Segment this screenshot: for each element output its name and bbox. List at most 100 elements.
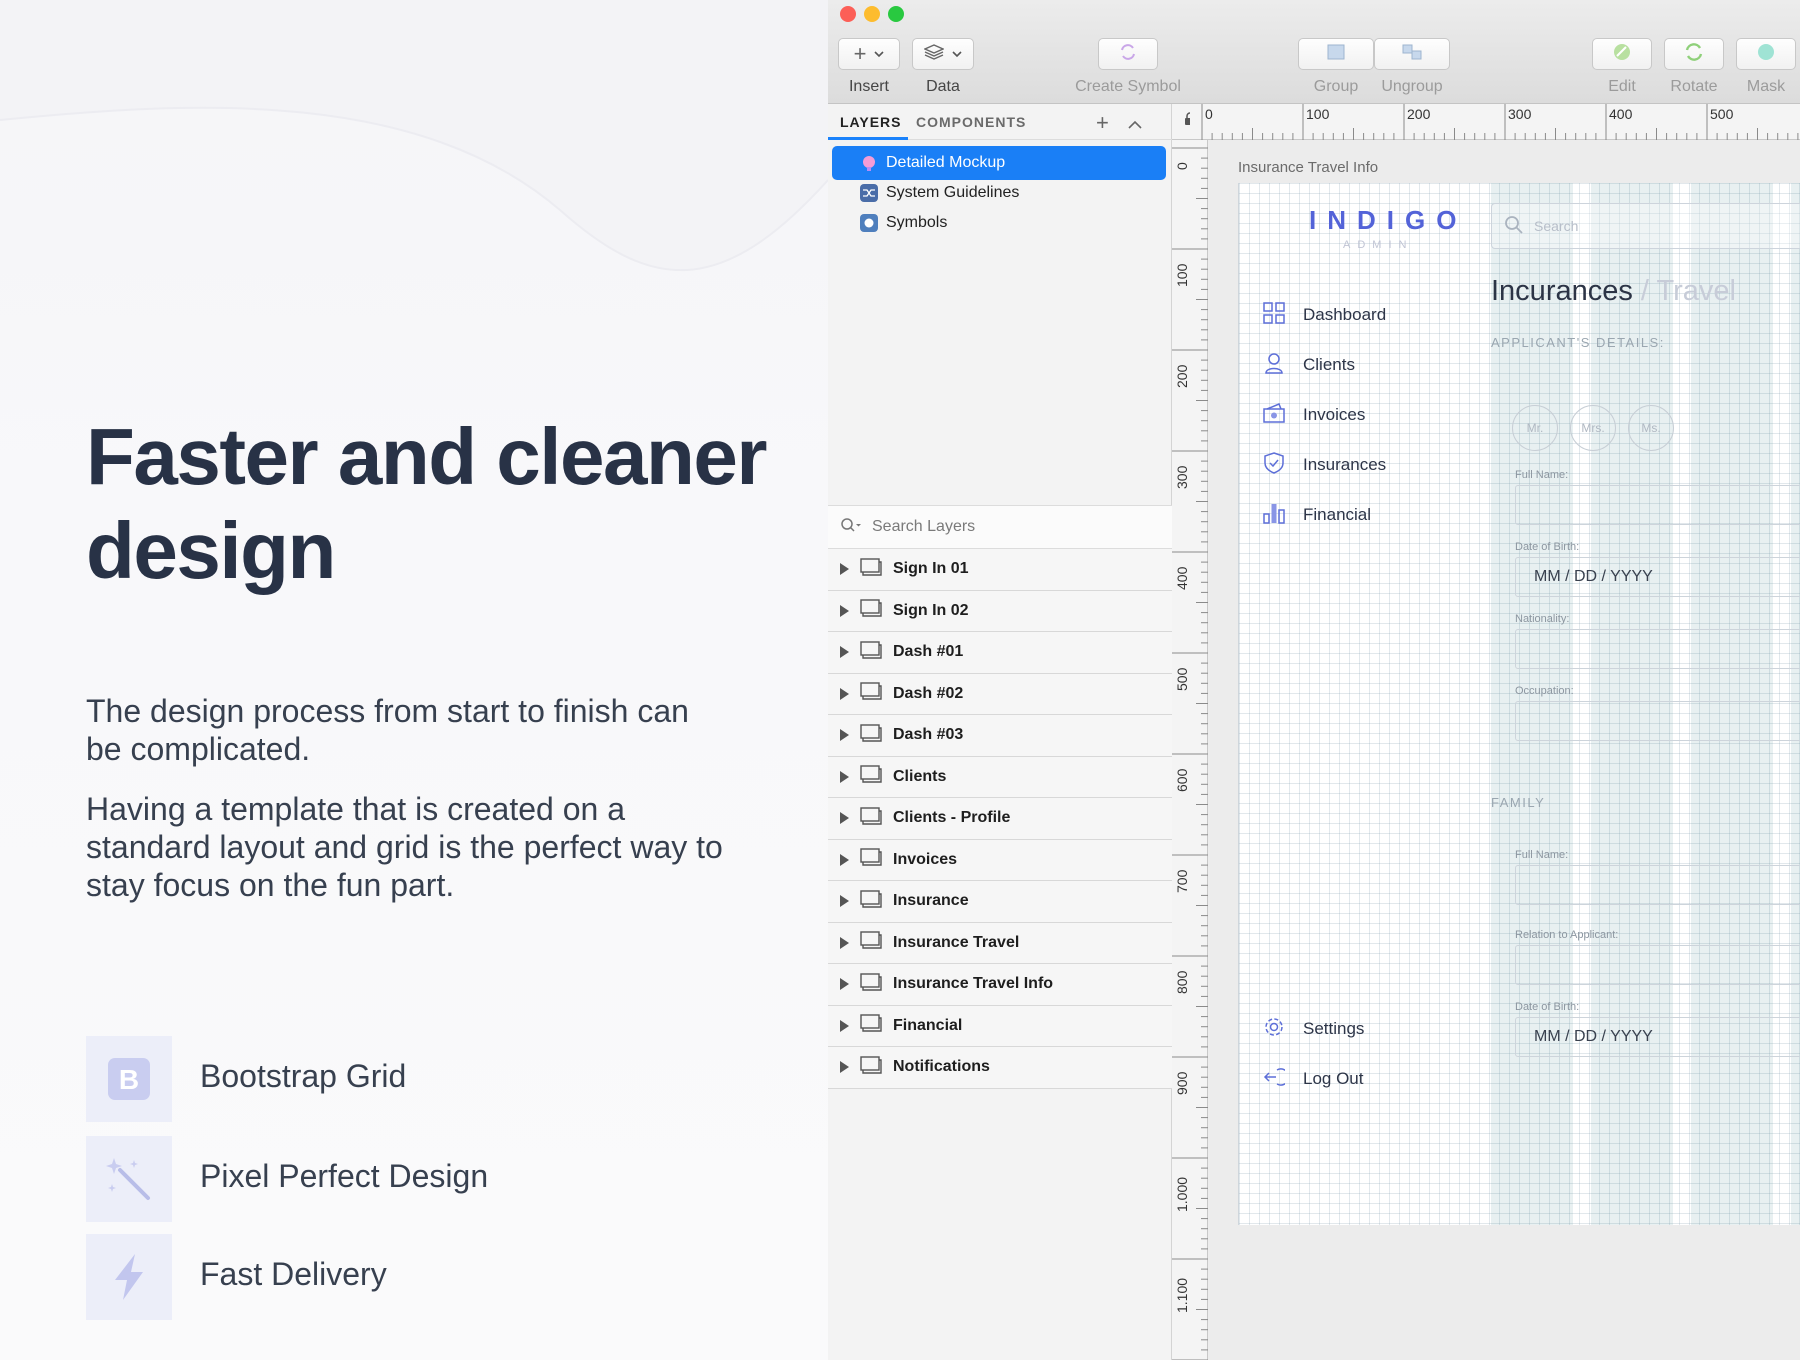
- insert-button[interactable]: +: [838, 38, 900, 70]
- disclosure-triangle-icon[interactable]: [840, 604, 849, 617]
- ruler-number: 100: [1174, 263, 1190, 287]
- group-button[interactable]: [1298, 38, 1374, 70]
- heading-main: Incurances: [1491, 275, 1633, 307]
- disclosure-triangle-icon[interactable]: [840, 563, 849, 576]
- page-heading: Incurances / Travel: [1491, 275, 1736, 308]
- artboard-row-label: Financial: [893, 1016, 963, 1034]
- full-name-input[interactable]: [1515, 485, 1800, 525]
- invoice-wallet-icon: [1263, 402, 1285, 429]
- title-option-mr[interactable]: Mr.: [1512, 405, 1558, 451]
- chevron-up-icon[interactable]: [1128, 116, 1142, 134]
- magic-wand-icon: [86, 1136, 172, 1222]
- group-label: Group: [1313, 78, 1359, 95]
- page-item-detailed-mockup[interactable]: Detailed Mockup: [832, 146, 1166, 180]
- title-option-ms[interactable]: Ms.: [1628, 405, 1674, 451]
- artboard-row[interactable]: Insurance: [828, 881, 1172, 923]
- nav-clients[interactable]: Clients: [1263, 345, 1493, 385]
- artboard-row[interactable]: Invoices: [828, 839, 1172, 881]
- rotate-button[interactable]: [1664, 38, 1724, 70]
- mock-search-input[interactable]: Search: [1491, 203, 1800, 249]
- artboard-title[interactable]: Insurance Travel Info: [1238, 159, 1378, 176]
- mockup-page-icon: [860, 154, 878, 172]
- zoom-window-button[interactable]: [888, 6, 904, 22]
- disclosure-triangle-icon[interactable]: [840, 729, 849, 742]
- artboard-row[interactable]: Insurance Travel Info: [828, 964, 1172, 1006]
- artboard-row[interactable]: Dash #01: [828, 632, 1172, 674]
- artboard-row[interactable]: Insurance Travel: [828, 922, 1172, 964]
- disclosure-triangle-icon[interactable]: [840, 646, 849, 659]
- background-wave: [0, 0, 828, 272]
- artboard-row[interactable]: Clients - Profile: [828, 798, 1172, 840]
- svg-text:B: B: [119, 1064, 139, 1095]
- ungroup-button[interactable]: [1374, 38, 1450, 70]
- artboard-row[interactable]: Sign In 02: [828, 590, 1172, 632]
- design-canvas[interactable]: Insurance Travel Info INDIGO ADMIN Dashb…: [1208, 141, 1800, 1360]
- relation-input[interactable]: [1515, 945, 1800, 985]
- artboard-insurance-travel-info[interactable]: INDIGO ADMIN Dashboard Clients Invoices …: [1238, 183, 1800, 1225]
- artboard-row-label: Insurance: [893, 892, 969, 910]
- mask-button[interactable]: [1736, 38, 1796, 70]
- disclosure-triangle-icon[interactable]: [840, 687, 849, 700]
- page-item-system-guidelines[interactable]: System Guidelines: [832, 176, 1166, 210]
- nav-label: Clients: [1303, 355, 1355, 374]
- create-symbol-label: Create Symbol: [1075, 78, 1181, 95]
- search-layers-field[interactable]: Search Layers: [828, 505, 1172, 549]
- artboard-icon: [859, 557, 883, 582]
- artboard-row-label: Sign In 02: [893, 601, 969, 619]
- tab-layers[interactable]: LAYERS: [840, 114, 902, 130]
- close-window-button[interactable]: [840, 6, 856, 22]
- bar-chart-icon: [1263, 502, 1285, 529]
- disclosure-triangle-icon[interactable]: [840, 936, 849, 949]
- artboard-row[interactable]: Dash #02: [828, 673, 1172, 715]
- disclosure-triangle-icon[interactable]: [840, 853, 849, 866]
- disclosure-triangle-icon[interactable]: [840, 770, 849, 783]
- bootstrap-icon: B: [86, 1036, 172, 1122]
- artboard-row[interactable]: Clients: [828, 756, 1172, 798]
- artboard-row-label: Clients: [893, 767, 947, 785]
- artboard-row-label: Dash #03: [893, 726, 964, 744]
- disclosure-triangle-icon[interactable]: [840, 978, 849, 991]
- occupation-input[interactable]: [1515, 701, 1800, 741]
- nav-invoices[interactable]: Invoices: [1263, 395, 1493, 435]
- disclosure-triangle-icon[interactable]: [840, 1061, 849, 1074]
- page-item-symbols[interactable]: Symbols: [832, 206, 1166, 240]
- disclosure-triangle-icon[interactable]: [840, 1019, 849, 1032]
- nav-settings[interactable]: Settings: [1263, 1009, 1493, 1049]
- family-full-name-input[interactable]: [1515, 865, 1800, 905]
- nav-log-out[interactable]: Log Out: [1263, 1059, 1493, 1099]
- artboard-icon: [859, 598, 883, 623]
- artboard-row-label: Notifications: [893, 1058, 990, 1076]
- family-full-name-label: Full Name:: [1515, 849, 1569, 861]
- ruler-number: 300: [1508, 106, 1532, 122]
- nav-dashboard[interactable]: Dashboard: [1263, 295, 1493, 335]
- artboard-row-label: Insurance Travel: [893, 933, 1020, 951]
- dob-label: Date of Birth:: [1515, 541, 1580, 553]
- title-option-mrs[interactable]: Mrs.: [1570, 405, 1616, 451]
- nav-label: Settings: [1303, 1019, 1365, 1038]
- artboard-row-label: Insurance Travel Info: [893, 975, 1054, 993]
- disclosure-triangle-icon[interactable]: [840, 812, 849, 825]
- artboard-row[interactable]: Notifications: [828, 1047, 1172, 1089]
- tab-components[interactable]: COMPONENTS: [916, 114, 1026, 130]
- ruler-number: 1.000: [1174, 1176, 1190, 1212]
- family-dob-input[interactable]: MM / DD / YYYY: [1515, 1017, 1800, 1057]
- chevron-down-icon: [874, 45, 884, 63]
- data-button[interactable]: [912, 38, 974, 70]
- create-symbol-button[interactable]: [1098, 38, 1158, 70]
- ruler-number: 300: [1174, 465, 1190, 489]
- ruler-number: 100: [1306, 106, 1330, 122]
- ruler-number: 600: [1174, 768, 1190, 792]
- nav-financial[interactable]: Financial: [1263, 495, 1493, 535]
- dob-input[interactable]: MM / DD / YYYY: [1515, 557, 1800, 597]
- artboard-row[interactable]: Dash #03: [828, 715, 1172, 757]
- nav-insurances[interactable]: Insurances: [1239, 437, 1496, 495]
- artboard-icon: [859, 806, 883, 831]
- add-page-icon[interactable]: +: [1096, 110, 1109, 136]
- nationality-input[interactable]: [1515, 629, 1800, 669]
- minimize-window-button[interactable]: [864, 6, 880, 22]
- insert-label: Insert: [848, 78, 889, 95]
- disclosure-triangle-icon[interactable]: [840, 895, 849, 908]
- edit-button[interactable]: [1592, 38, 1652, 70]
- artboard-row[interactable]: Sign In 01: [828, 549, 1172, 591]
- artboard-row[interactable]: Financial: [828, 1005, 1172, 1047]
